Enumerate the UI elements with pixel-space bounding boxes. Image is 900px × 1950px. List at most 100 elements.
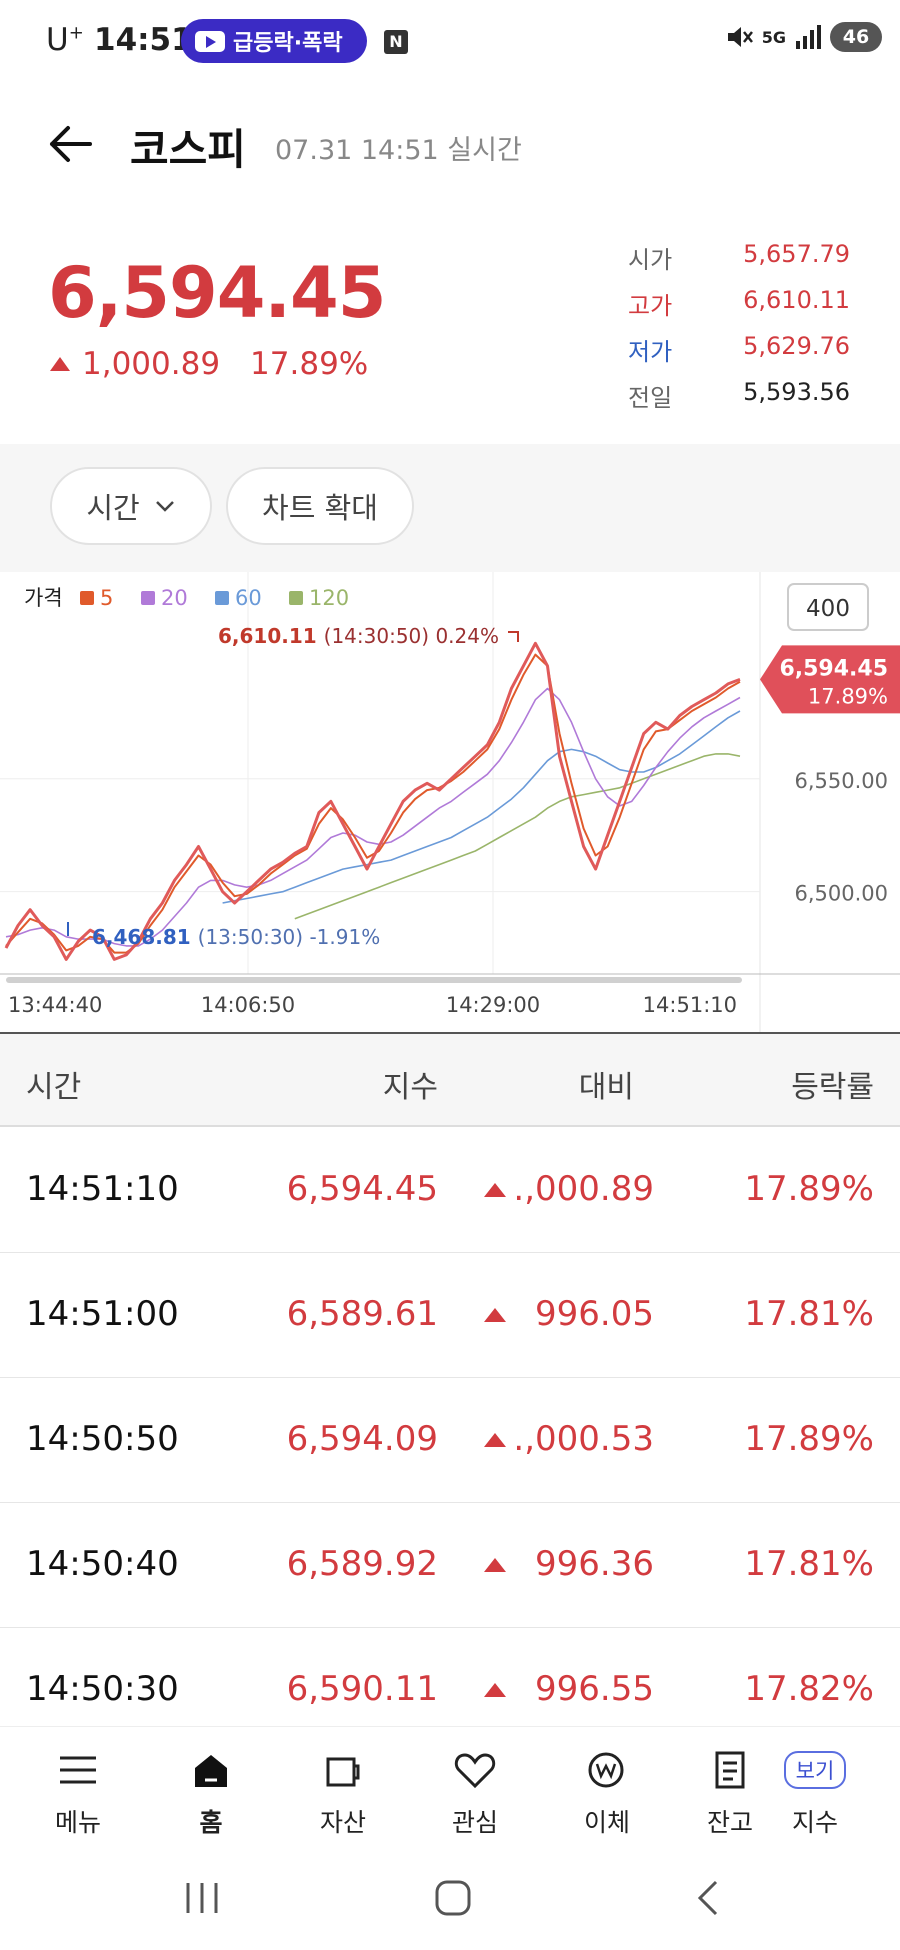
- row-index: 6,594.45: [286, 1169, 438, 1209]
- legend-swatch: [141, 591, 155, 605]
- nav-transfer[interactable]: 이체: [557, 1745, 657, 1839]
- row-diff: 996.55: [535, 1669, 654, 1709]
- up-triangle-icon: [484, 1433, 506, 1447]
- row-diff: .,000.89: [513, 1169, 654, 1209]
- wallet-icon: [326, 1757, 360, 1787]
- row-diff: 996.36: [535, 1544, 654, 1584]
- battery-icon: 46: [830, 22, 882, 52]
- row-time: 14:50:50: [26, 1419, 179, 1459]
- y-tick-label: 6,500.00: [794, 882, 888, 906]
- col-rate: 등락률: [791, 1070, 874, 1105]
- legend-label: 60: [235, 586, 262, 610]
- status-bar: U+ 14:51 급등락·폭락 N 5G 46: [0, 0, 900, 86]
- table-header: 시간 지수 대비 등락률: [0, 1032, 900, 1127]
- signal-icon: [796, 25, 821, 49]
- price-change: 1,000.89 17.89%: [50, 346, 368, 382]
- x-tick-label: 14:51:10: [643, 993, 737, 1017]
- table-row[interactable]: 14:51:10 6,594.45 .,000.89 17.89%: [0, 1127, 900, 1253]
- system-nav: [0, 1846, 900, 1950]
- table-row[interactable]: 14:51:00 6,589.61 996.05 17.81%: [0, 1252, 900, 1378]
- nav-watchlist[interactable]: 관심: [425, 1745, 525, 1839]
- table-row[interactable]: 14:50:40 6,589.92 996.36 17.81%: [0, 1502, 900, 1628]
- menu-icon: [60, 1756, 96, 1784]
- ohlc-panel: 시가 5,657.79 고가 6,610.11 저가 5,629.76 전일 5,593…: [628, 240, 850, 424]
- legend-label: 120: [309, 586, 349, 610]
- row-time: 14:51:00: [26, 1294, 179, 1334]
- nav-assets[interactable]: 자산: [293, 1745, 393, 1839]
- legend-label: 5: [100, 586, 113, 610]
- recent-apps-icon[interactable]: [182, 1880, 222, 1916]
- table-row[interactable]: 14:50:50 6,594.09 .,000.53 17.89%: [0, 1377, 900, 1503]
- carrier: U+: [46, 22, 84, 58]
- chart-zoom-button[interactable]: 차트 확대: [226, 467, 414, 545]
- network-label: 5G: [761, 27, 786, 47]
- chevron-down-icon: [155, 501, 174, 512]
- row-diff: 996.05: [535, 1294, 654, 1334]
- chart-scrollbar: [6, 977, 742, 983]
- row-diff: .,000.53: [513, 1419, 654, 1459]
- y-tick-label: 6,550.00: [794, 769, 888, 793]
- legend-title: 가격: [24, 586, 63, 610]
- bottom-nav: 메뉴 홈 자산 관심 이체 잔고 보기 지수: [0, 1726, 900, 1847]
- row-index: 6,590.11: [286, 1669, 438, 1709]
- legend-swatch: [289, 591, 303, 605]
- nav-home[interactable]: 홈: [161, 1745, 261, 1839]
- current-tag-value: 6,594.45: [779, 656, 888, 681]
- legend-swatch: [80, 591, 94, 605]
- x-tick-label: 13:44:40: [8, 993, 102, 1017]
- ohlc-low: 저가 5,629.76: [628, 332, 850, 366]
- ohlc-prev: 전일 5,593.56: [628, 378, 850, 412]
- view-badge: 보기: [783, 1751, 847, 1789]
- notification-pill[interactable]: 급등락·폭락: [181, 19, 367, 63]
- row-rate: 17.82%: [744, 1669, 874, 1709]
- ohlc-open: 시가 5,657.79: [628, 240, 850, 274]
- home-button-icon[interactable]: [433, 1878, 473, 1918]
- youtube-icon: [195, 30, 225, 52]
- zoom-box-label: 400: [806, 596, 850, 622]
- current-price: 6,594.45: [48, 252, 386, 334]
- nav-menu[interactable]: 메뉴: [28, 1745, 128, 1839]
- col-time: 시간: [26, 1070, 82, 1105]
- up-triangle-icon: [484, 1558, 506, 1572]
- page-subtitle: 07.31 14:51 실시간: [275, 135, 522, 166]
- nav-index[interactable]: 보기 지수: [765, 1745, 865, 1839]
- document-icon: [715, 1751, 745, 1789]
- page-title: 코스피: [130, 125, 246, 174]
- nav-balance[interactable]: 잔고: [690, 1745, 770, 1839]
- col-diff: 대비: [578, 1070, 634, 1105]
- back-button-icon[interactable]: [692, 1878, 722, 1918]
- row-rate: 17.81%: [744, 1544, 874, 1584]
- table-body: 14:51:10 6,594.45 .,000.89 17.89% 14:51:00 6,…: [0, 1127, 900, 1726]
- row-time: 14:50:30: [26, 1669, 179, 1709]
- transfer-icon: [588, 1752, 624, 1788]
- current-tag-pct: 17.89%: [808, 684, 888, 708]
- status-time: 14:51: [94, 22, 193, 58]
- up-triangle-icon: [50, 357, 70, 371]
- row-time: 14:51:10: [26, 1169, 179, 1209]
- row-rate: 17.81%: [744, 1294, 874, 1334]
- col-index: 지수: [382, 1070, 438, 1105]
- row-index: 6,589.92: [286, 1544, 438, 1584]
- low-annotation: 6,468.81 (13:50:30) -1.91%: [92, 925, 380, 949]
- time-select-button[interactable]: 시간: [50, 467, 212, 545]
- n-badge: N: [384, 30, 408, 54]
- back-arrow-icon[interactable]: [44, 118, 96, 170]
- up-triangle-icon: [484, 1308, 506, 1322]
- home-icon: [195, 1755, 227, 1787]
- row-time: 14:50:40: [26, 1544, 179, 1584]
- x-tick-label: 14:29:00: [446, 993, 540, 1017]
- status-icons: 5G 46: [724, 22, 882, 52]
- up-triangle-icon: [484, 1683, 506, 1697]
- legend-swatch: [215, 591, 229, 605]
- legend-label: 20: [161, 586, 188, 610]
- mute-icon: [727, 27, 753, 47]
- table-row[interactable]: 14:50:30 6,590.11 996.55 17.82%: [0, 1627, 900, 1726]
- row-index: 6,594.09: [286, 1419, 438, 1459]
- price-chart[interactable]: 6,550.00 6,500.00 13:44:40 14:06:50 14:29:00…: [0, 572, 900, 1032]
- up-triangle-icon: [484, 1183, 506, 1197]
- high-annotation: 6,610.11 (14:30:50) 0.24%: [218, 624, 499, 648]
- row-rate: 17.89%: [744, 1419, 874, 1459]
- row-rate: 17.89%: [744, 1169, 874, 1209]
- heart-icon: [454, 1753, 496, 1789]
- row-index: 6,589.61: [286, 1294, 438, 1334]
